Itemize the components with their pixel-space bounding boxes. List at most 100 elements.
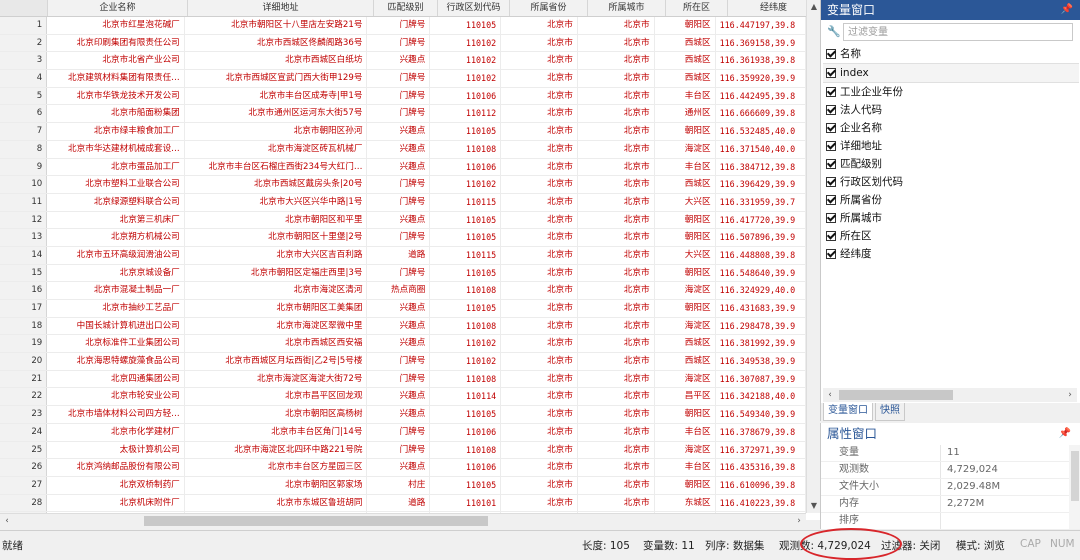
table-cell-coordinates[interactable]: 116.369158,39.9 [716, 34, 806, 52]
table-row[interactable]: 3 北京市北省产业公司 北京市西城区白纸坊 兴趣点 110102 北京市 北京市 西城区 116… [0, 52, 806, 71]
table-cell-match-level[interactable]: 门牌号 [367, 87, 431, 105]
table-cell-district[interactable]: 西城区 [655, 34, 716, 52]
table-cell-province[interactable]: 北京市 [501, 370, 578, 388]
table-cell-match-level[interactable]: 兴趣点 [367, 52, 431, 70]
scroll-up-icon[interactable]: ▲ [807, 0, 820, 14]
table-cell-province[interactable]: 北京市 [501, 423, 578, 441]
table-cell-province[interactable]: 北京市 [501, 335, 578, 353]
table-cell-admin-code[interactable]: 110115 [430, 193, 502, 211]
table-cell-admin-code[interactable]: 110105 [430, 476, 502, 494]
table-cell-district[interactable]: 朝阳区 [655, 406, 716, 423]
scroll-right-icon[interactable]: › [792, 514, 806, 528]
table-row[interactable]: 6 北京市船面粉集团 北京市通州区运河东大街57号 门牌号 110112 北京市 北京市 通州… [0, 105, 806, 124]
variable-list-hscrollbar[interactable]: ‹ › [823, 388, 1077, 402]
table-cell-city[interactable]: 北京市 [578, 282, 655, 299]
table-cell-district[interactable]: 大兴区 [655, 193, 716, 211]
table-cell-district[interactable]: 朝阳区 [655, 300, 716, 317]
row-number[interactable]: 26 [0, 459, 48, 476]
table-cell-match-level[interactable]: 门牌号 [367, 34, 431, 52]
table-cell-address[interactable]: 北京市丰台区角门|14号 [185, 423, 368, 441]
table-cell-match-level[interactable]: 门牌号 [367, 105, 431, 123]
row-number[interactable]: 16 [0, 282, 48, 299]
table-cell-match-level[interactable]: 道路 [367, 494, 431, 512]
table-cell-district[interactable]: 海淀区 [655, 282, 716, 299]
table-cell-admin-code[interactable]: 110105 [430, 300, 502, 317]
table-cell-admin-code[interactable]: 110108 [430, 370, 502, 388]
row-number[interactable]: 9 [0, 158, 48, 176]
row-number[interactable]: 8 [0, 140, 48, 158]
table-cell-company-name[interactable]: 北京市混凝土制品一厂 [47, 282, 185, 299]
table-cell-city[interactable]: 北京市 [578, 406, 655, 423]
variable-list-scroll-thumb[interactable] [839, 390, 953, 400]
table-cell-match-level[interactable]: 兴趣点 [367, 335, 431, 353]
table-cell-match-level[interactable]: 兴趣点 [367, 123, 431, 140]
table-cell-company-name[interactable]: 北京市北省产业公司 [47, 52, 185, 70]
row-number[interactable]: 21 [0, 370, 48, 388]
table-cell-city[interactable]: 北京市 [578, 441, 655, 459]
table-cell-district[interactable]: 西城区 [655, 176, 716, 193]
table-cell-admin-code[interactable]: 110102 [430, 34, 502, 52]
table-cell-company-name[interactable]: 北京市红星泡花碱厂 [47, 17, 185, 34]
table-cell-province[interactable]: 北京市 [501, 494, 578, 512]
table-cell-district[interactable]: 朝阳区 [655, 229, 716, 246]
table-cell-admin-code[interactable]: 110101 [430, 494, 502, 512]
table-cell-coordinates[interactable]: 116.371540,40.0 [716, 140, 806, 158]
property-scroll-thumb[interactable] [1071, 451, 1079, 501]
table-cell-province[interactable]: 北京市 [501, 105, 578, 123]
table-row[interactable]: 19 北京标准件工业集团公司 北京市西城区西安福 兴趣点 110102 北京市 北京市 西城区… [0, 335, 806, 354]
checkbox-icon[interactable] [826, 249, 836, 259]
checkbox-icon[interactable] [826, 123, 836, 133]
table-cell-district[interactable]: 朝阳区 [655, 476, 716, 494]
table-cell-city[interactable]: 北京市 [578, 34, 655, 52]
table-cell-address[interactable]: 北京市昌平区回龙观 [185, 388, 368, 406]
table-cell-company-name[interactable]: 北京海思特螺旋藻食品公司 [47, 353, 185, 370]
table-cell-address[interactable]: 北京市朝阳区孙河 [185, 123, 368, 140]
table-row[interactable]: 17 北京市抽纱工艺品厂 北京市朝阳区工美集团 兴趣点 110105 北京市 北京市 朝阳区 1… [0, 300, 806, 318]
table-row[interactable]: 2 北京印刷集团有限责任公司 北京市西城区佟麟阁路36号 门牌号 110102 北京市 北京… [0, 34, 806, 53]
table-cell-province[interactable]: 北京市 [501, 317, 578, 335]
table-cell-coordinates[interactable]: 116.417720,39.9 [716, 211, 806, 229]
table-cell-admin-code[interactable]: 110105 [430, 229, 502, 246]
table-cell-city[interactable]: 北京市 [578, 317, 655, 335]
checkbox-icon[interactable] [826, 213, 836, 223]
table-cell-city[interactable]: 北京市 [578, 229, 655, 246]
table-cell-coordinates[interactable]: 116.324929,40.0 [716, 282, 806, 299]
table-row[interactable]: 18 中国长城计算机进出口公司 北京市海淀区翠微中里 兴趣点 110108 北京市 北京市海… [0, 317, 806, 336]
table-cell-company-name[interactable]: 北京建筑材料集团有限责任… [47, 70, 185, 87]
table-cell-city[interactable]: 北京市 [578, 494, 655, 512]
row-number[interactable]: 19 [0, 335, 48, 353]
table-cell-address[interactable]: 北京市西城区白纸坊 [185, 52, 368, 70]
variable-item[interactable]: 企业名称 [823, 119, 1079, 137]
table-cell-district[interactable]: 西城区 [655, 335, 716, 353]
table-row[interactable]: 24 北京市化学建材厂 北京市丰台区角门|14号 门牌号 110106 北京市 北京市 丰台区… [0, 423, 806, 442]
table-cell-address[interactable]: 北京市丰台区方星园三区 [185, 459, 368, 476]
table-cell-province[interactable]: 北京市 [501, 441, 578, 459]
column-header-company-name[interactable]: 企业名称 [48, 0, 188, 16]
table-cell-admin-code[interactable]: 110102 [430, 176, 502, 193]
table-cell-province[interactable]: 北京市 [501, 193, 578, 211]
variable-list[interactable]: 名称 index 工业企业年份 法人代码 企业名称 详细地址 匹配级别 行政区划代码 所属省份所… [823, 45, 1079, 263]
table-cell-match-level[interactable]: 兴趣点 [367, 211, 431, 229]
row-number[interactable]: 7 [0, 123, 48, 140]
table-cell-city[interactable]: 北京市 [578, 87, 655, 105]
table-cell-province[interactable]: 北京市 [501, 123, 578, 140]
table-cell-admin-code[interactable]: 110102 [430, 353, 502, 370]
table-cell-company-name[interactable]: 北京市五环高级润滑油公司 [47, 246, 185, 264]
variable-list-header[interactable]: 名称 [823, 45, 1079, 63]
checkbox-icon[interactable] [826, 68, 836, 78]
table-cell-city[interactable]: 北京市 [578, 370, 655, 388]
table-row[interactable]: 27 北京双桥制药厂 北京市朝阳区郭家场 村庄 110105 北京市 北京市 朝阳区 116.6… [0, 476, 806, 495]
table-cell-district[interactable]: 通州区 [655, 105, 716, 123]
table-cell-province[interactable]: 北京市 [501, 476, 578, 494]
table-row[interactable]: 21 北京四通集团公司 北京市海淀区海淀大街72号 门牌号 110108 北京市 北京市 海淀… [0, 370, 806, 389]
row-number[interactable]: 10 [0, 176, 48, 193]
table-cell-coordinates[interactable]: 116.381992,39.9 [716, 335, 806, 353]
table-cell-company-name[interactable]: 北京鸿纳邮品股份有限公司 [47, 459, 185, 476]
table-cell-admin-code[interactable]: 110108 [430, 441, 502, 459]
checkbox-icon[interactable] [826, 195, 836, 205]
tab-snapshot[interactable]: 快照 [875, 403, 905, 421]
table-cell-coordinates[interactable]: 116.372971,39.9 [716, 441, 806, 459]
table-row[interactable]: 28 北京机床附件厂 北京市东城区鲁班胡同 道路 110101 北京市 北京市 东城区 116.… [0, 494, 806, 513]
table-cell-coordinates[interactable]: 116.378679,39.8 [716, 423, 806, 441]
row-number[interactable]: 25 [0, 441, 48, 459]
